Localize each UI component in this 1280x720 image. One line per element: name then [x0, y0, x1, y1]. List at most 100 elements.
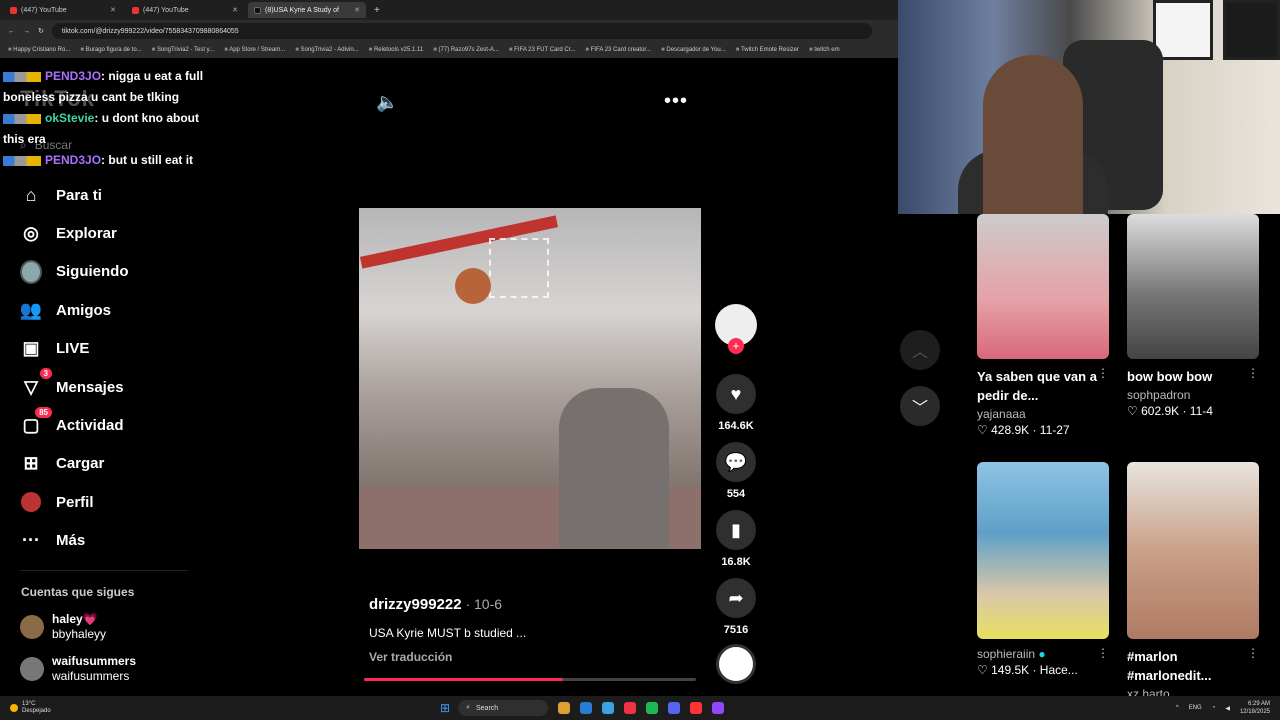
close-tab-icon[interactable]: ✕: [232, 6, 238, 14]
wifi-icon[interactable]: ◔: [1212, 705, 1216, 711]
twitch-icon[interactable]: [712, 702, 725, 714]
video-progress-fill: [364, 678, 564, 681]
browser-tab-tiktok[interactable]: (8)USA Kyrie A Study of ✕: [248, 2, 366, 18]
webcam-overlay: [898, 0, 1280, 214]
volume-icon[interactable]: 🔈: [376, 92, 398, 113]
feed-card[interactable]: ⋮ bow bow bow sophpadron ♡ 602.9K · 11-4: [1127, 214, 1259, 418]
bookmark-item[interactable]: twitch em: [809, 47, 839, 53]
more-icon: ···: [22, 530, 40, 551]
heart-icon: ♥: [730, 383, 742, 404]
discord-icon[interactable]: [668, 702, 681, 714]
more-options-icon[interactable]: •••: [664, 90, 688, 113]
like-button[interactable]: ♥: [716, 374, 756, 414]
tiktok-favicon-icon: [254, 6, 261, 14]
feed-thumbnail[interactable]: [977, 214, 1109, 359]
video-player[interactable]: [359, 208, 701, 549]
nav-item-para-ti[interactable]: ⌂ Para ti: [20, 176, 129, 214]
chevron-down-icon: ﹀: [911, 400, 928, 417]
share-button[interactable]: ➦: [716, 578, 756, 618]
profile-icon: [20, 491, 42, 513]
translate-link[interactable]: Ver traducción: [369, 650, 452, 664]
card-more-icon[interactable]: ⋮: [1097, 366, 1109, 380]
feed-thumbnail[interactable]: [1127, 462, 1259, 639]
nav-item-live[interactable]: ▣ LIVE: [20, 330, 129, 368]
windows-start-icon[interactable]: ⊞: [440, 701, 450, 715]
compass-icon: ◎: [23, 223, 39, 244]
windows-taskbar: 13°C Despejado ⊞ ⌕ Search ^ ENG ◔ ◀ 6:29 A…: [0, 696, 1280, 720]
next-video-button[interactable]: ﹀: [900, 386, 940, 426]
nav-item-actividad[interactable]: ▢ 85 Actividad: [20, 406, 129, 444]
feed-card[interactable]: ⋮ Ya saben que van a pedir de... yajanaa…: [977, 214, 1109, 437]
nav-item-amigos[interactable]: 👥 Amigos: [20, 291, 129, 329]
following-account[interactable]: haley💗 bbyhaleyy: [20, 612, 106, 642]
card-more-icon[interactable]: ⋮: [1247, 366, 1259, 380]
bookmark-item[interactable]: Happy Cristiano Ro...: [8, 47, 70, 53]
feed-thumbnail[interactable]: [977, 462, 1109, 639]
card-more-icon[interactable]: ⋮: [1247, 646, 1259, 660]
chat-badges-icon: [3, 155, 41, 166]
system-tray: ^ ENG ◔ ◀ 6:29 AM 12/18/2025: [1175, 700, 1270, 716]
music-icon[interactable]: [690, 702, 703, 714]
spotify-icon[interactable]: [646, 702, 659, 714]
video-progress-bar[interactable]: [364, 678, 696, 681]
feed-thumbnail[interactable]: [1127, 214, 1259, 359]
video-caption[interactable]: USA Kyrie MUST b studied ...: [369, 626, 526, 640]
stream-chat-overlay: PEND3JO: nigga u eat a full boneless piz…: [3, 66, 213, 171]
bookmark-item[interactable]: SongTrivia2 - Test y...: [152, 47, 214, 53]
bookmark-item[interactable]: (77) Razo97s Zest-A...: [433, 47, 499, 53]
back-icon[interactable]: ←: [8, 28, 15, 35]
nav-item-explorar[interactable]: ◎ Explorar: [20, 214, 129, 252]
upload-icon: ⊞: [23, 453, 39, 474]
nav-item-cargar[interactable]: ⊞ Cargar: [20, 445, 129, 483]
nav-item-siguiendo[interactable]: Siguiendo: [20, 253, 129, 291]
creator-avatar[interactable]: +: [715, 304, 757, 354]
browser-tab-youtube-2[interactable]: (447) YouTube ✕: [126, 2, 244, 18]
url-input[interactable]: tiktok.com/@drizzy999222/video/755834370…: [51, 23, 872, 39]
chat-message: PEND3JO: nigga u eat a full boneless piz…: [3, 69, 204, 104]
friends-icon: 👥: [19, 299, 43, 320]
chevron-up-icon[interactable]: ^: [1176, 705, 1179, 711]
bookmark-item[interactable]: SongTrivia2 - Adivin...: [295, 47, 359, 53]
music-disc-icon[interactable]: [716, 644, 756, 684]
bookmark-item[interactable]: Twitch Emote Resizer: [736, 47, 799, 53]
store-icon[interactable]: [602, 702, 615, 714]
edge-icon[interactable]: [580, 702, 593, 714]
follow-plus-icon[interactable]: +: [728, 338, 744, 354]
feed-card[interactable]: ⋮ #marlon #marlonedit... xz.harto: [1127, 462, 1259, 701]
volume-icon[interactable]: ◀: [1225, 705, 1230, 712]
share-icon: ➦: [728, 587, 744, 608]
nav-item-mensajes[interactable]: ▽ 3 Mensajes: [20, 368, 129, 406]
new-tab-icon[interactable]: +: [374, 5, 380, 16]
feed-card[interactable]: ⋮ sophieraiin ● ♡ 149.5K · Hace...: [977, 462, 1109, 677]
following-avatar-icon: [20, 259, 42, 284]
comment-button[interactable]: 💬: [716, 442, 756, 482]
save-count: 16.8K: [721, 556, 751, 568]
chat-message: okStevie: u dont kno about this era: [3, 111, 200, 146]
bookmark-item[interactable]: FIFA 23 Card creator...: [585, 47, 651, 53]
clock[interactable]: 6:29 AM 12/18/2025: [1240, 700, 1270, 716]
close-tab-icon[interactable]: ✕: [354, 6, 360, 14]
bookmark-item[interactable]: Burago figura de to...: [80, 47, 142, 53]
nav-item-perfil[interactable]: Perfil: [20, 483, 129, 521]
close-tab-icon[interactable]: ✕: [110, 6, 116, 14]
reload-icon[interactable]: ↻: [38, 27, 44, 35]
following-section-title: Cuentas que sigues: [21, 585, 135, 599]
chrome-icon[interactable]: [624, 702, 637, 714]
browser-tab-youtube-1[interactable]: (447) YouTube ✕: [4, 2, 122, 18]
bookmark-item[interactable]: Reletools v25.1.11: [369, 47, 423, 53]
weather-widget[interactable]: 13°C Despejado: [0, 701, 440, 715]
video-author[interactable]: drizzy999222 · 10-6: [369, 596, 502, 613]
save-button[interactable]: ▮: [716, 510, 756, 550]
chat-message: PEND3JO: but u still eat it: [3, 150, 213, 171]
sidebar-divider: [20, 570, 188, 571]
taskbar-search[interactable]: ⌕ Search: [458, 700, 549, 716]
bookmark-item[interactable]: FIFA 23 FUT Card Cr...: [509, 47, 575, 53]
file-explorer-icon[interactable]: [558, 702, 571, 714]
card-more-icon[interactable]: ⋮: [1097, 646, 1109, 660]
following-account[interactable]: waifusummers waifusummers: [20, 654, 136, 684]
nav-item-mas[interactable]: ··· Más: [20, 522, 129, 560]
previous-video-button[interactable]: ︿: [900, 330, 940, 370]
bookmark-item[interactable]: App Store / Stream...: [224, 47, 285, 53]
forward-icon[interactable]: →: [23, 28, 30, 35]
bookmark-item[interactable]: Descargador de You...: [661, 47, 725, 53]
